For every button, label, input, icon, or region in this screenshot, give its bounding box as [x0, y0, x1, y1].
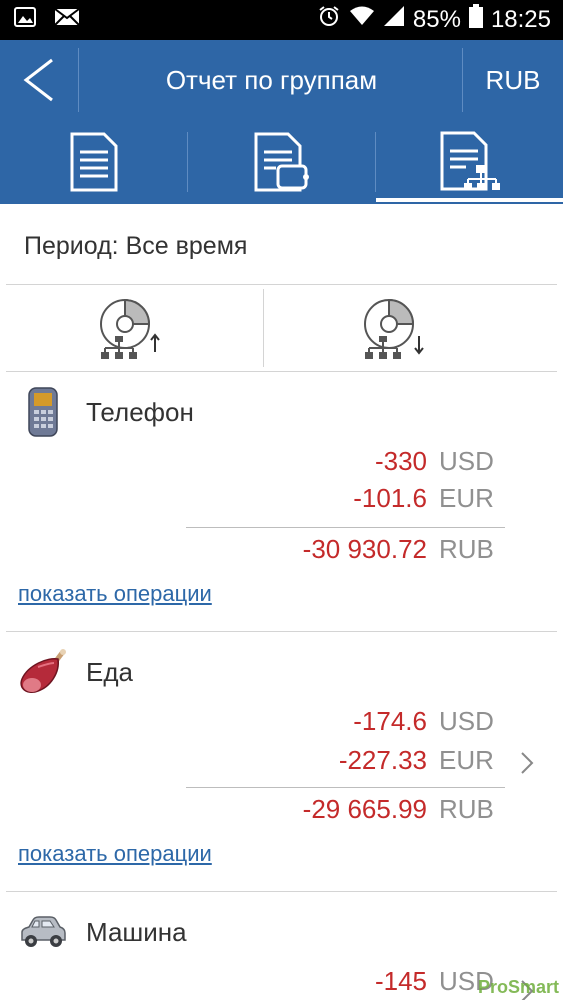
app-bar-divider: [78, 48, 79, 112]
amount-value: -145: [374, 966, 427, 996]
sort-ascending-button[interactable]: [0, 289, 262, 371]
sort-row: [0, 289, 563, 371]
amount-currency: USD: [439, 706, 494, 736]
report-tabs: [0, 120, 563, 204]
total-value: -29 665.99: [302, 794, 427, 824]
amount-value: -174.6: [353, 706, 427, 736]
alarm-icon: [317, 4, 341, 35]
sort-ascending-icon: [100, 298, 160, 359]
document-report-icon: [70, 132, 117, 192]
divider: [6, 371, 557, 372]
amount-row: -227.33 EUR: [339, 745, 495, 776]
gallery-notification-icon: [14, 6, 36, 33]
signal-icon: [383, 5, 405, 34]
total-value: -30 930.72: [302, 534, 427, 564]
status-bar: 85% 18:25: [0, 0, 563, 40]
total-row: -29 665.99 RUB: [303, 794, 495, 825]
document-groups-icon: [440, 131, 500, 191]
group-name: Машина: [86, 916, 187, 947]
group-item-phone[interactable]: Телефон -330 USD -101.6 EUR -30 930.72 R…: [0, 382, 563, 632]
watermark: ProSmart: [477, 977, 559, 997]
divider: [6, 284, 557, 285]
selected-tab-indicator: [376, 198, 563, 202]
app-bar: Отчет по группам RUB: [0, 40, 563, 120]
show-operations-link[interactable]: показать операции: [18, 841, 212, 867]
mail-notification-icon: [54, 6, 80, 33]
amount-currency: USD: [439, 446, 494, 476]
back-button[interactable]: [0, 40, 76, 120]
amount-currency: EUR: [439, 745, 494, 775]
sort-descending-icon: [364, 298, 424, 359]
sort-descending-button[interactable]: [264, 289, 526, 371]
wifi-icon: [349, 5, 375, 34]
amount-value: -227.33: [338, 745, 427, 775]
group-header: Машина: [18, 902, 187, 962]
amount-value: -330: [374, 446, 427, 476]
show-operations-link[interactable]: показать операции: [18, 581, 212, 607]
total-row: -30 930.72 RUB: [303, 534, 495, 565]
document-wallet-icon: [254, 132, 309, 192]
car-icon: [18, 907, 68, 957]
phone-icon: [18, 387, 68, 437]
clock: 18:25: [490, 5, 551, 33]
back-arrow-icon: [23, 58, 53, 102]
total-divider: [186, 787, 505, 788]
tab-groups[interactable]: [376, 120, 563, 204]
battery-percent: 85%: [412, 5, 461, 33]
divider: [6, 891, 557, 892]
group-item-food[interactable]: Еда -174.6 USD -227.33 EUR -29 665.99 RU…: [0, 642, 563, 892]
amount-value: -101.6: [353, 483, 427, 513]
total-currency: RUB: [439, 534, 494, 564]
battery-icon: [468, 4, 483, 35]
amount-currency: EUR: [439, 483, 494, 513]
ham-icon: [18, 647, 68, 697]
group-header: Еда: [18, 642, 133, 702]
group-header: Телефон: [18, 382, 194, 442]
total-divider: [186, 527, 505, 528]
divider: [6, 631, 557, 632]
amount-row: -101.6 EUR: [353, 483, 495, 514]
currency-selector[interactable]: RUB: [463, 40, 563, 120]
tab-report[interactable]: [0, 120, 187, 204]
amount-row: -174.6 USD: [353, 706, 495, 737]
page-title: Отчет по группам: [165, 65, 378, 95]
tab-wallet[interactable]: [188, 120, 375, 204]
chevron-right-icon[interactable]: [519, 750, 535, 781]
group-name: Телефон: [86, 396, 194, 427]
group-name: Еда: [86, 656, 133, 687]
amount-row: -330 USD: [375, 446, 495, 477]
total-currency: RUB: [439, 794, 494, 824]
period-label[interactable]: Период: Все время: [0, 204, 563, 288]
